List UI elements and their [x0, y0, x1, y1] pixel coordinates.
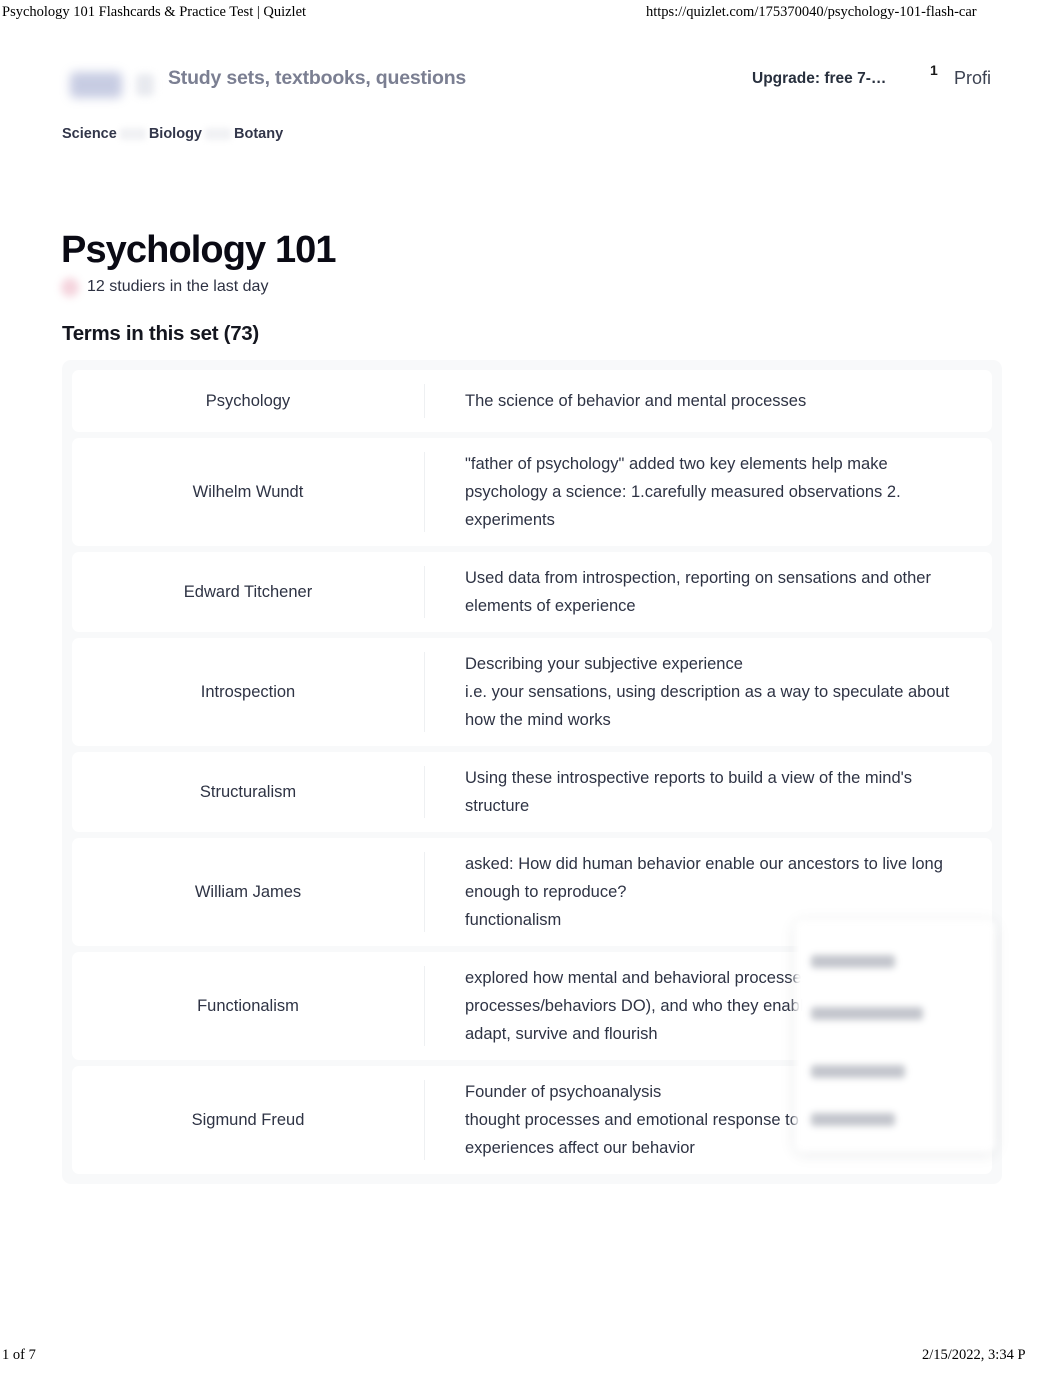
- print-header: Psychology 101 Flashcards & Practice Tes…: [0, 4, 1062, 26]
- upgrade-button[interactable]: Upgrade: free 7-…: [752, 70, 886, 88]
- print-url: https://quizlet.com/175370040/psychology…: [646, 4, 977, 20]
- print-document-title: Psychology 101 Flashcards & Practice Tes…: [2, 4, 307, 20]
- definition-cell: Using these introspective reports to bui…: [465, 769, 913, 815]
- menu-icon[interactable]: [136, 74, 154, 96]
- overlay-text-line: [811, 1113, 895, 1126]
- table-row[interactable]: Introspection Describing your subjective …: [72, 638, 992, 746]
- site-header: Study sets, textbooks, questions Upgrade…: [0, 62, 1062, 118]
- floating-overlay-panel[interactable]: [795, 920, 995, 1152]
- breadcrumb-item-botany[interactable]: Botany: [234, 126, 283, 142]
- definition-cell: "father of psychology" added two key ele…: [465, 455, 901, 529]
- breadcrumb-item-science[interactable]: Science: [62, 126, 117, 142]
- breadcrumb-separator-icon: [205, 128, 231, 140]
- studiers-count: 12 studiers in the last day: [87, 278, 269, 295]
- notification-badge[interactable]: 1: [930, 62, 938, 78]
- quizlet-logo-icon[interactable]: [70, 72, 122, 98]
- print-footer: 1 of 7 2/15/2022, 3:34 P: [0, 1347, 1062, 1367]
- print-page-indicator: 1 of 7: [2, 1347, 36, 1363]
- term-cell: Introspection: [200, 683, 296, 701]
- table-row[interactable]: Edward Titchener Used data from introspec…: [72, 552, 992, 632]
- page-title: Psychology 101: [61, 229, 337, 271]
- term-cell: Structuralism: [199, 783, 297, 801]
- print-page: Psychology 101 Flashcards & Practice Tes…: [0, 0, 1062, 1377]
- definition-cell: The science of behavior and mental proce…: [465, 392, 807, 410]
- overlay-text-line: [811, 955, 895, 968]
- terms-heading: Terms in this set (73): [62, 322, 259, 345]
- term-cell: Sigmund Freud: [191, 1111, 305, 1129]
- breadcrumb-item-biology[interactable]: Biology: [149, 126, 202, 142]
- print-timestamp: 2/15/2022, 3:34 P: [922, 1347, 1026, 1363]
- term-cell: Edward Titchener: [183, 583, 313, 601]
- breadcrumb: Science Biology Botany: [62, 124, 283, 144]
- table-row[interactable]: Wilhelm Wundt "father of psychology" adde…: [72, 438, 992, 546]
- definition-cell: Describing your subjective experience i.…: [465, 655, 950, 729]
- flame-icon: [61, 277, 79, 297]
- term-cell: Psychology: [205, 392, 291, 410]
- table-row[interactable]: Psychology The science of behavior and me…: [72, 370, 992, 432]
- term-cell: Functionalism: [197, 997, 299, 1015]
- profile-menu[interactable]: Profi: [954, 68, 991, 89]
- overlay-text-line: [811, 1007, 923, 1020]
- table-row[interactable]: Structuralism Using these introspective r…: [72, 752, 992, 832]
- term-cell: William James: [194, 883, 302, 901]
- term-cell: Wilhelm Wundt: [192, 483, 304, 501]
- overlay-text-line: [811, 1065, 905, 1078]
- studiers-row: 12 studiers in the last day: [61, 276, 268, 298]
- breadcrumb-separator-icon: [119, 128, 146, 140]
- search-input[interactable]: Study sets, textbooks, questions: [168, 67, 466, 90]
- definition-cell: Used data from introspection, reporting …: [465, 569, 931, 615]
